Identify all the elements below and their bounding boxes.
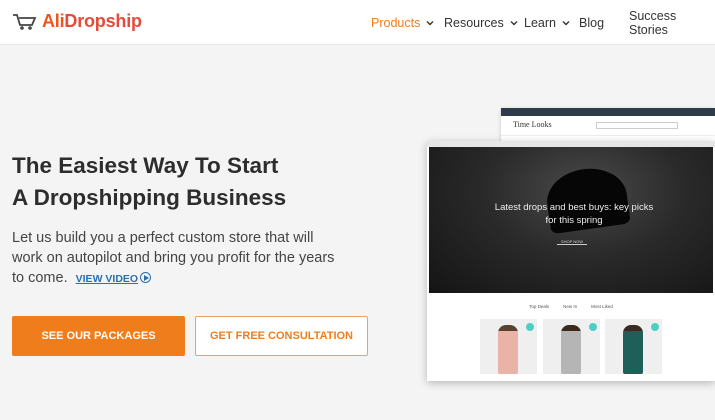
mockup-hero-caption: Latest drops and best buys: key picks fo… (494, 202, 654, 226)
mockup-product-card (480, 319, 537, 374)
product-image (561, 325, 581, 374)
logo-text-dropship: Dropship (64, 11, 142, 31)
nav-resources-label: Resources (444, 15, 504, 30)
store-mockup-front: Latest drops and best buys: key picks fo… (427, 141, 715, 381)
badge-icon (589, 323, 597, 331)
nav-success-stories-label: Success Stories (629, 8, 677, 37)
hero-description: Let us build you a perfect custom store … (12, 228, 342, 289)
play-icon[interactable] (140, 272, 152, 283)
see-packages-button[interactable]: SEE OUR PACKAGES (12, 316, 185, 356)
logo-text: AliDropship (42, 11, 142, 32)
product-image (498, 325, 518, 374)
badge-icon (526, 323, 534, 331)
hero-title-line-1: The Easiest Way To Start (12, 153, 279, 178)
hero-description-text: Let us build you a perfect custom store … (12, 230, 335, 286)
mockup-tab: New In (563, 304, 578, 309)
mockup-product-tabs: Top Deals New In Most Liked (427, 304, 715, 309)
hero-title: The Easiest Way To Start A Dropshipping … (12, 150, 372, 214)
mockup-product-card (543, 319, 600, 374)
free-consultation-button[interactable]: GET FREE CONSULTATION (195, 316, 368, 356)
mockup-product-card (605, 319, 662, 374)
chevron-down-icon (562, 20, 570, 25)
logo-text-ali: Ali (42, 11, 65, 31)
mockup-topbar (501, 108, 715, 116)
mockup-back-brand: Time Looks (513, 120, 552, 129)
nav-products[interactable]: Products (371, 0, 435, 45)
nav-success-stories[interactable]: Success Stories (629, 0, 715, 45)
product-image (623, 325, 643, 374)
mockup-search-field (596, 122, 678, 129)
view-video-link[interactable]: VIEW VIDEO (76, 273, 138, 285)
chevron-down-icon (426, 20, 434, 25)
mockup-tab: Most Liked (591, 304, 613, 309)
chevron-down-icon (510, 20, 518, 25)
logo[interactable]: AliDropship (12, 11, 142, 32)
mockup-tab: Top Deals (529, 304, 550, 309)
badge-icon (651, 323, 659, 331)
nav-blog[interactable]: Blog (579, 0, 604, 45)
mockup-shop-now: SHOP NOW (557, 239, 587, 245)
site-header: AliDropship Products Resources Learn Blo… (0, 0, 715, 45)
hero-title-line-2: A Dropshipping Business (12, 185, 287, 210)
nav-products-label: Products (371, 15, 421, 30)
nav-learn[interactable]: Learn (524, 0, 571, 45)
view-video-label: VIEW VIDEO (75, 273, 139, 285)
nav-learn-label: Learn (524, 15, 556, 30)
mockup-hero-image: Latest drops and best buys: key picks fo… (429, 147, 713, 293)
nav-resources[interactable]: Resources (444, 0, 519, 45)
cart-icon (13, 13, 37, 30)
nav-blog-label: Blog (579, 15, 605, 30)
